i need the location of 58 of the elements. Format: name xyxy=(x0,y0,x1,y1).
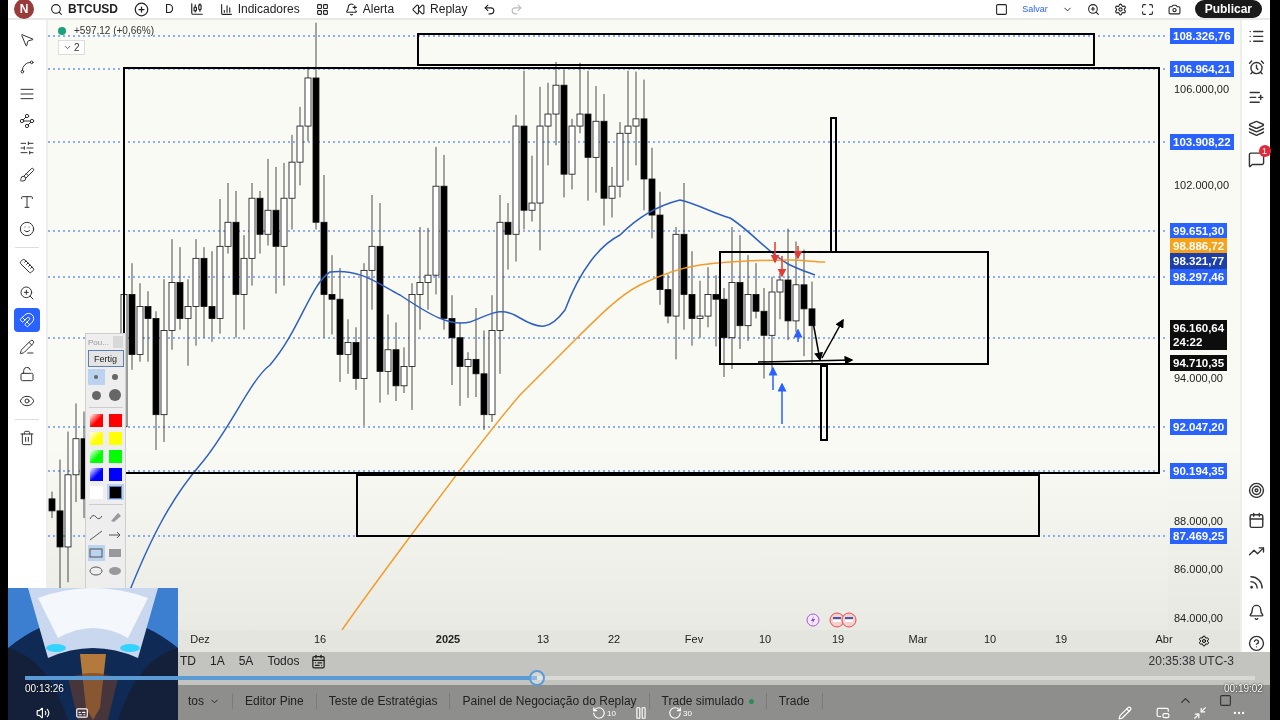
symbol-search-button[interactable]: BTCUSD xyxy=(48,2,120,16)
price-tag: 98.886,72 xyxy=(1170,238,1228,254)
forward-seconds: 30 xyxy=(683,708,692,718)
done-button[interactable]: Fertig xyxy=(87,350,124,367)
time-label: 10 xyxy=(758,633,772,645)
range-button[interactable]: TD xyxy=(178,654,198,668)
indicators-toggle[interactable]: 2 xyxy=(58,40,85,55)
total-time: 00:19:02 xyxy=(1224,683,1263,694)
price-tag: 94.710,35 xyxy=(1170,355,1228,371)
palette-title: Pou... xyxy=(88,337,109,347)
price-label: 94.000,00 xyxy=(1174,371,1223,385)
panel-tab[interactable]: Teste de Estratégias xyxy=(316,693,451,709)
time-label: 10 xyxy=(983,633,997,645)
publish-button[interactable]: Publicar xyxy=(1194,0,1262,18)
panel-tab[interactable]: Editor Pine xyxy=(233,693,317,709)
price-tag: 92.047,20 xyxy=(1170,419,1228,435)
price-label: 86.000,00 xyxy=(1174,562,1223,576)
price-tag: 96.160,64 24:22 xyxy=(1170,320,1228,350)
panel-tab[interactable]: Painel de Negociação do Replay xyxy=(450,693,650,709)
price-label: 88.000,00 xyxy=(1174,514,1223,528)
price-tag: 99.651,30 xyxy=(1170,223,1228,239)
price-change: +597,12 (+0,66%) xyxy=(74,25,155,36)
range-button[interactable]: Todos xyxy=(265,654,302,668)
panel-tab[interactable]: Trade simulado xyxy=(649,693,767,709)
price-tag: 98.297,46 xyxy=(1170,269,1228,285)
time-label: Mar xyxy=(908,633,928,645)
price-tag: 108.326,76 xyxy=(1170,28,1234,44)
price-tag: 103.908,22 xyxy=(1170,134,1234,150)
price-tag: 98.321,77 xyxy=(1170,253,1228,269)
time-label: Abr xyxy=(1155,633,1173,645)
time-label: 13 xyxy=(536,633,550,645)
price-label: 106.000,00 xyxy=(1174,82,1230,96)
panel-tab[interactable]: Trade xyxy=(766,693,823,709)
price-label: 102.000,00 xyxy=(1174,178,1230,192)
time-label: Fev xyxy=(684,633,704,645)
time-label: 16 xyxy=(313,633,327,645)
range-button[interactable]: 1A xyxy=(208,654,227,668)
range-button[interactable]: 5A xyxy=(236,654,256,668)
clock-text: 20:35:38 UTC-3 xyxy=(1148,654,1234,668)
indicator-count: 2 xyxy=(74,42,80,53)
notification-badge: 1 xyxy=(1258,144,1271,157)
time-label: 22 xyxy=(607,633,621,645)
rewind-seconds: 10 xyxy=(607,708,616,718)
price-label: 84.000,00 xyxy=(1174,611,1223,625)
price-tag: 87.469,25 xyxy=(1170,528,1228,544)
replay-button[interactable]: Replay xyxy=(410,2,470,16)
elapsed-time: 00:13:26 xyxy=(25,683,64,694)
time-label: 2025 xyxy=(435,633,461,645)
price-tag: 106.964,21 xyxy=(1170,61,1234,77)
avatar[interactable]: N xyxy=(14,0,34,19)
save-link[interactable]: Salvar xyxy=(1022,4,1048,14)
interval-button[interactable]: D xyxy=(163,2,176,16)
time-label: 19 xyxy=(1054,633,1068,645)
time-label: 19 xyxy=(831,633,845,645)
alert-button[interactable]: Alerta xyxy=(342,2,397,16)
time-label: Dez xyxy=(190,633,210,645)
price-tag: 90.194,35 xyxy=(1170,463,1228,479)
indicators-button[interactable]: Indicadores xyxy=(217,2,302,16)
